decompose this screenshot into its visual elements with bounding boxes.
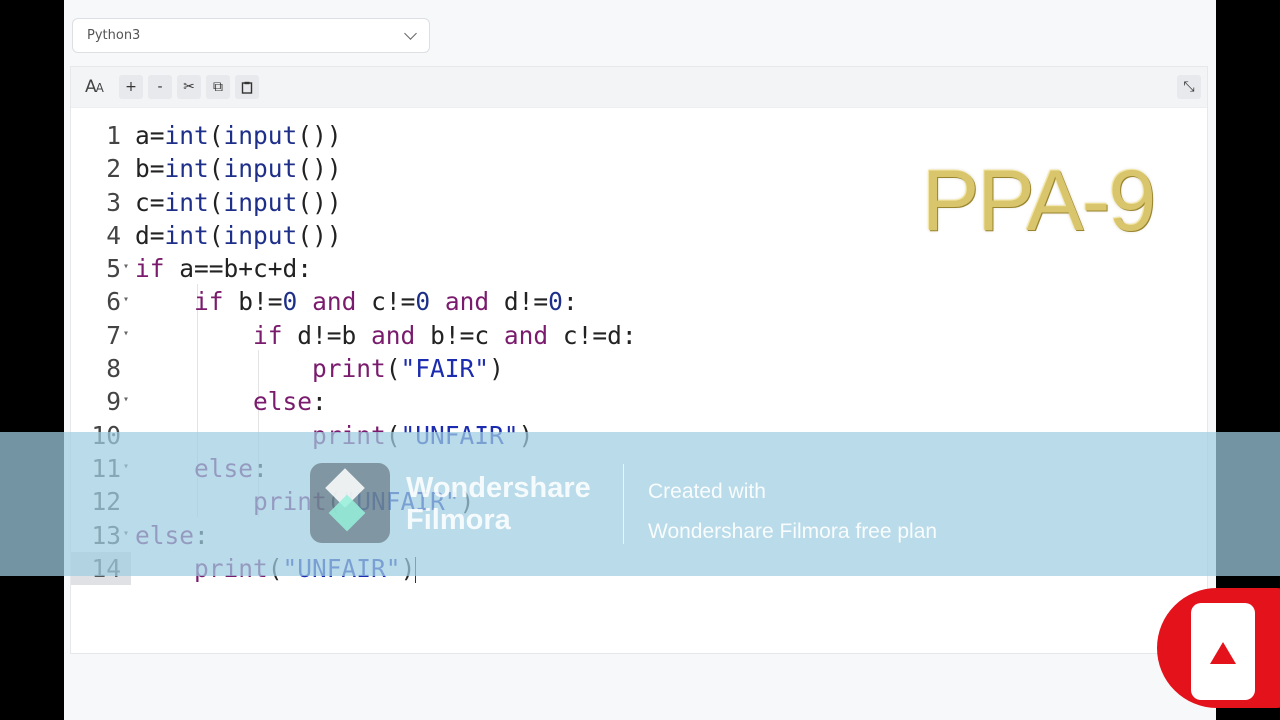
language-select-value: Python3 <box>87 28 141 43</box>
chevron-down-icon <box>404 27 417 40</box>
editor-toolbar: AA + - ✂ ⧉ ⤡ <box>71 67 1207 108</box>
code-line: 5 ▾ if a==b+c+d: <box>71 252 1207 285</box>
arrow-up-icon <box>1210 642 1236 664</box>
collapse-icon[interactable]: ⤡ <box>1177 75 1201 99</box>
cut-icon[interactable]: ✂ <box>177 75 201 99</box>
fold-toggle-icon[interactable]: ▾ <box>123 317 129 350</box>
code-line: 6 ▾ if b!=0 and c!=0 and d!=0: <box>71 285 1207 318</box>
watermark-banner <box>0 432 1280 576</box>
code-line: 8 print("FAIR") <box>106 354 504 384</box>
font-size-icon[interactable]: AA <box>85 77 104 97</box>
code-line: 9 ▾ else: <box>71 385 1207 418</box>
fold-toggle-icon[interactable]: ▾ <box>123 283 129 316</box>
overlay-title: PPA-9 <box>922 153 1156 249</box>
watermark-brand: Wondershare Filmora <box>406 472 591 536</box>
fold-toggle-icon[interactable]: ▾ <box>123 383 129 416</box>
fold-toggle-icon[interactable]: ▾ <box>123 250 129 283</box>
watermark-created: Created with Wondershare Filmora free pl… <box>648 480 938 543</box>
paste-icon[interactable] <box>235 75 259 99</box>
code-line: 1 a=int(input()) <box>106 121 342 150</box>
zoom-in-button[interactable]: + <box>119 75 143 99</box>
page: Python3 AA + - ✂ ⧉ ⤡ 1 a=int(input()) 2 b=… <box>64 0 1216 720</box>
code-line: 7 ▾ if d!=b and b!=c and c!=d: <box>71 319 1207 352</box>
language-select[interactable]: Python3 <box>72 18 430 53</box>
watermark-divider <box>623 464 624 544</box>
copy-icon[interactable]: ⧉ <box>206 75 230 99</box>
zoom-out-button[interactable]: - <box>148 75 172 99</box>
